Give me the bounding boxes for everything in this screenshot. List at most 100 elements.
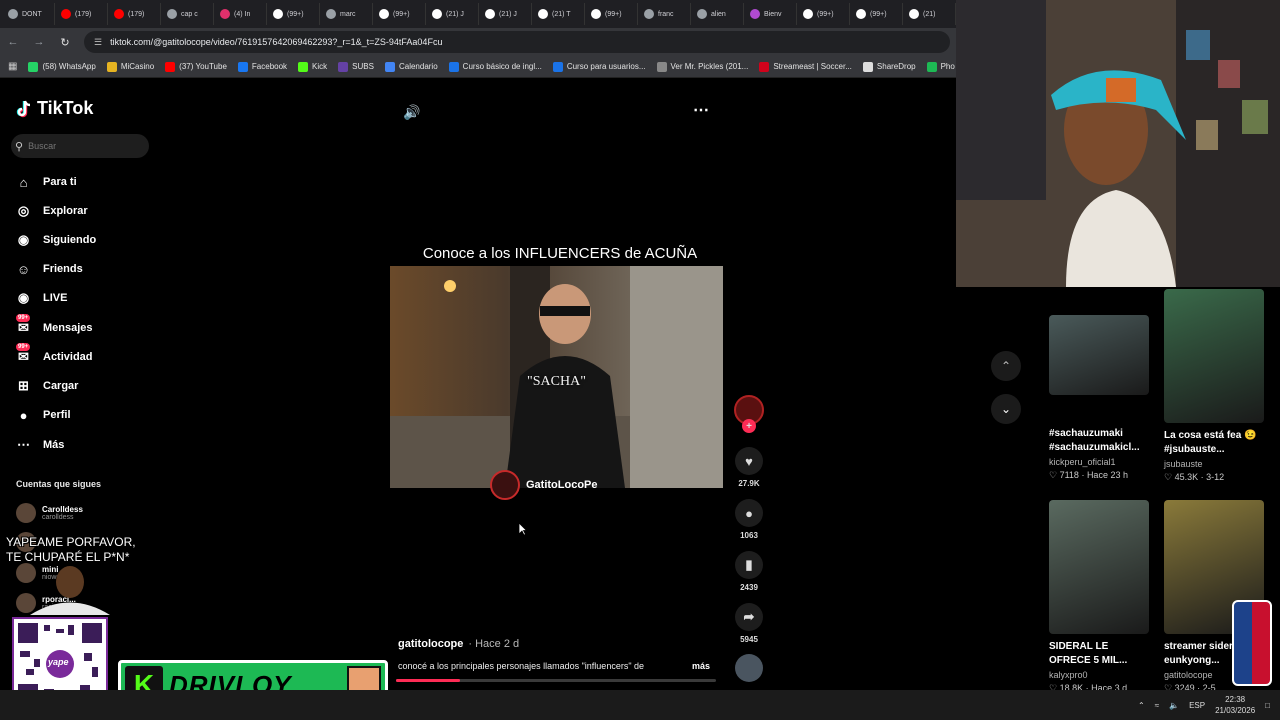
browser-tab[interactable]: (21) J <box>428 3 479 25</box>
author-name[interactable]: gatitolocope <box>398 638 463 650</box>
browser-tab[interactable]: (4) In <box>216 3 267 25</box>
recommended-title[interactable]: SIDERAL LE OFRECE 5 MIL... <box>1049 640 1149 668</box>
browser-tab[interactable]: (21) J <box>481 3 532 25</box>
recommended-video[interactable]: #sachauzumaki #sachauzumakicl... kickperu… <box>1049 315 1149 481</box>
bookmark-item[interactable]: Pho <box>926 61 955 72</box>
nav-item-friends[interactable]: ☺ Friends <box>16 259 156 279</box>
clock[interactable]: 22:38 21/03/2026 <box>1215 694 1255 716</box>
nav-item-m-s[interactable]: ⋯ Más <box>16 435 156 455</box>
bookmark-item[interactable]: ShareDrop <box>862 61 916 72</box>
volume-tray-icon[interactable]: 🔈 <box>1169 701 1179 710</box>
browser-tab[interactable]: marc <box>322 3 373 25</box>
share-icon[interactable]: ➦ <box>735 603 763 631</box>
streamer-figure <box>0 560 150 615</box>
more-options-icon[interactable]: ⋯ <box>693 100 709 120</box>
creator-avatar[interactable]: + <box>734 395 764 433</box>
recommended-title[interactable]: #sachauzumaki #sachauzumakicl... <box>1049 427 1149 455</box>
bookmark-favicon-icon <box>237 61 248 72</box>
recommended-user[interactable]: kickperu_oficial1 <box>1049 457 1149 467</box>
share-action[interactable]: ➦ 5945 <box>734 603 764 644</box>
nav-item-label: Más <box>43 439 65 451</box>
recommended-user[interactable]: kalyxpro0 <box>1049 670 1149 680</box>
browser-tab[interactable]: (21) <box>905 3 956 25</box>
bookmark-item[interactable]: Curso básico de ingl... <box>448 61 542 72</box>
video-watermark: GatitoLocoPe <box>490 470 598 500</box>
follow-plus-icon[interactable]: + <box>742 419 756 433</box>
search-input[interactable] <box>28 141 139 151</box>
browser-tab[interactable]: Bienv <box>746 3 797 25</box>
bookmark-item[interactable]: Streameast | Soccer... <box>759 61 852 72</box>
recommended-video[interactable]: La cosa está fea 😉 #jsubauste... jsubaust… <box>1164 289 1264 483</box>
nav-item-perfil[interactable]: ● Perfil <box>16 405 156 425</box>
next-video-icon[interactable]: ⌄ <box>991 394 1021 424</box>
chevron-up-icon[interactable]: ⌃ <box>1138 701 1145 710</box>
recommended-video[interactable]: SIDERAL LE OFRECE 5 MIL... kalyxpro0 ♡ 18.… <box>1049 500 1149 694</box>
nav-item-siguiendo[interactable]: ◉ Siguiendo <box>16 230 156 250</box>
nav-item-para-ti[interactable]: ⌂ Para ti <box>16 172 156 192</box>
comment-icon[interactable]: ● <box>735 499 763 527</box>
video-author[interactable]: gatitolocope · Hace 2 d <box>398 638 519 650</box>
browser-tab[interactable]: (99+) <box>269 3 320 25</box>
browser-tab[interactable]: DONT <box>4 3 55 25</box>
nav-item-mensajes[interactable]: ✉ 99+ Mensajes <box>16 313 156 338</box>
browser-tab[interactable]: franc <box>640 3 691 25</box>
video-progress-bar[interactable] <box>396 679 716 682</box>
url-field[interactable]: ☰ tiktok.com/@gatitolocope/video/7619157… <box>84 31 950 53</box>
music-disc-icon[interactable] <box>735 654 763 682</box>
save-action[interactable]: ▮ 2439 <box>734 551 764 592</box>
bookmarks-bar: ▦ (58) WhatsApp MiCasino (37) YouTube Faceb… <box>0 56 956 78</box>
bookmark-item[interactable]: Facebook <box>237 61 287 72</box>
nav-item-explorar[interactable]: ◎ Explorar <box>16 201 156 221</box>
browser-tab[interactable]: (99+) <box>852 3 903 25</box>
bookmark-item[interactable]: Kick <box>298 61 327 72</box>
bookmark-icon[interactable]: ▮ <box>735 551 763 579</box>
bookmark-item[interactable]: Calendario <box>384 61 438 72</box>
bookmark-favicon-icon <box>165 61 176 72</box>
recommended-title[interactable]: La cosa está fea 😉 #jsubauste... <box>1164 429 1264 457</box>
search-box[interactable]: ⚲ <box>11 134 149 158</box>
tab-label: (21) J <box>446 10 464 18</box>
bookmark-item[interactable]: Curso para usuarios... <box>552 61 646 72</box>
heart-icon[interactable]: ♥ <box>735 447 763 475</box>
video-thumbnail[interactable] <box>1049 500 1149 634</box>
comment-action[interactable]: ● 1063 <box>734 499 764 540</box>
browser-tab[interactable]: (21) T <box>534 3 585 25</box>
site-info-icon[interactable]: ☰ <box>94 37 102 48</box>
browser-tab[interactable]: alien <box>693 3 744 25</box>
comment-count: 1063 <box>740 531 758 540</box>
bookmark-item[interactable]: (37) YouTube <box>165 61 227 72</box>
browser-tab[interactable]: cap c <box>163 3 214 25</box>
language-indicator[interactable]: ESP <box>1189 701 1205 710</box>
reload-icon[interactable]: ↻ <box>58 36 72 49</box>
more-button[interactable]: más <box>692 661 710 671</box>
nav-item-actividad[interactable]: ✉ 99+ Actividad <box>16 342 156 367</box>
tiktok-logo[interactable]: TikTok <box>16 98 93 119</box>
nav-item-live[interactable]: ◉ LIVE <box>16 288 156 308</box>
video-thumbnail[interactable] <box>1164 289 1264 423</box>
video-thumbnail[interactable] <box>1049 315 1149 395</box>
back-icon[interactable]: ← <box>6 36 20 48</box>
bookmark-item[interactable]: (58) WhatsApp <box>28 61 96 72</box>
clock-time: 22:38 <box>1225 695 1246 704</box>
volume-icon[interactable]: 🔊 <box>403 104 420 121</box>
apps-icon[interactable]: ▦ <box>8 61 17 72</box>
wifi-icon[interactable]: ≈ <box>1155 701 1159 710</box>
like-action[interactable]: ♥ 27.9K <box>734 447 764 488</box>
browser-tab[interactable]: (99+) <box>799 3 850 25</box>
tab-label: (21) <box>923 10 936 18</box>
bookmark-item[interactable]: SUBS <box>338 61 374 72</box>
browser-tab[interactable]: (179) <box>57 3 108 25</box>
previous-video-icon[interactable]: ⌃ <box>991 351 1021 381</box>
tab-favicon-icon <box>220 9 230 19</box>
browser-tab[interactable]: (99+) <box>375 3 426 25</box>
browser-tab[interactable]: (179) <box>110 3 161 25</box>
browser-tab[interactable]: (99+) <box>587 3 638 25</box>
nav-item-cargar[interactable]: ⊞ Cargar <box>16 376 156 396</box>
notification-icon[interactable]: □ <box>1265 701 1270 710</box>
recommended-user[interactable]: jsubauste <box>1164 459 1264 469</box>
upload-icon: ⊞ <box>18 378 29 393</box>
bookmark-item[interactable]: Ver Mr. Pickles (201... <box>656 61 748 72</box>
followed-account[interactable]: Carolldess carolldess <box>16 503 83 523</box>
forward-icon[interactable]: → <box>32 36 46 48</box>
bookmark-item[interactable]: MiCasino <box>106 61 154 72</box>
